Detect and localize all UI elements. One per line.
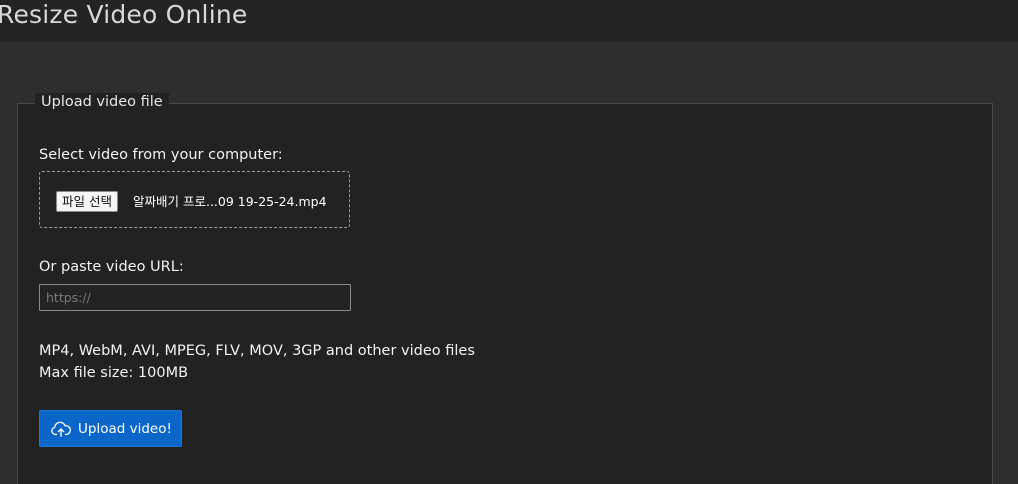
- cloud-upload-icon: [51, 421, 71, 437]
- header-bar: Resize Video Online: [0, 0, 1018, 42]
- max-file-size-text: Max file size: 100MB: [39, 365, 189, 381]
- select-video-label: Select video from your computer:: [39, 147, 283, 163]
- choose-file-button[interactable]: 파일 선택: [56, 191, 118, 212]
- selected-file-name: 알짜배기 프로...09 19-25-24.mp4: [133, 194, 327, 209]
- upload-panel-legend: Upload video file: [35, 93, 169, 111]
- page: Resize Video Online Upload video file Se…: [0, 0, 1018, 484]
- file-drop-area[interactable]: 파일 선택 알짜배기 프로...09 19-25-24.mp4: [39, 171, 350, 228]
- upload-panel: Upload video file Select video from your…: [17, 93, 993, 484]
- upload-video-button[interactable]: Upload video!: [39, 410, 182, 447]
- page-title: Resize Video Online: [0, 0, 248, 29]
- upload-video-button-label: Upload video!: [78, 420, 172, 437]
- content-area: Upload video file Select video from your…: [0, 42, 1018, 484]
- video-url-input[interactable]: [39, 284, 351, 311]
- paste-url-label: Or paste video URL:: [39, 259, 184, 275]
- supported-formats-text: MP4, WebM, AVI, MPEG, FLV, MOV, 3GP and …: [39, 343, 475, 359]
